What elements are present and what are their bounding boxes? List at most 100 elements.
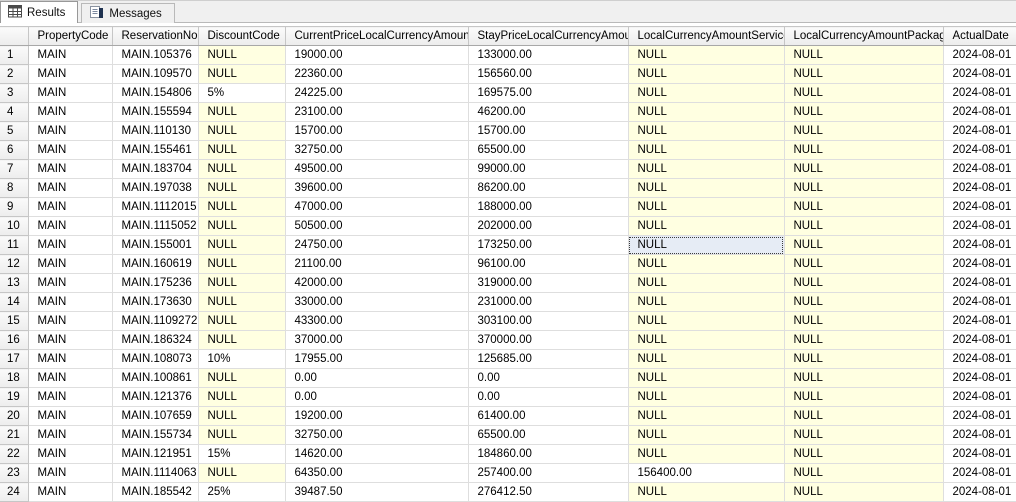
row-header[interactable]: 20	[0, 407, 28, 426]
cell[interactable]: NULL	[198, 407, 285, 426]
cell[interactable]: 2024-08-01	[943, 160, 1016, 179]
cell[interactable]: MAIN	[28, 369, 112, 388]
column-header-StayPriceLocalCurrencyAmount[interactable]: StayPriceLocalCurrencyAmount	[468, 27, 628, 46]
cell[interactable]: NULL	[628, 369, 784, 388]
cell[interactable]: MAIN.1109272	[112, 312, 198, 331]
cell[interactable]: 156560.00	[468, 65, 628, 84]
cell[interactable]: NULL	[628, 350, 784, 369]
cell[interactable]: NULL	[628, 84, 784, 103]
column-header-LocalCurrencyAmountService[interactable]: LocalCurrencyAmountService	[628, 27, 784, 46]
cell[interactable]: 2024-08-01	[943, 103, 1016, 122]
cell[interactable]: 2024-08-01	[943, 198, 1016, 217]
column-header-CurrentPriceLocalCurrencyAmount[interactable]: CurrentPriceLocalCurrencyAmount	[285, 27, 468, 46]
cell[interactable]: NULL	[784, 274, 943, 293]
cell[interactable]: MAIN.100861	[112, 369, 198, 388]
cell[interactable]: MAIN	[28, 445, 112, 464]
row-header[interactable]: 8	[0, 179, 28, 198]
cell[interactable]: NULL	[628, 160, 784, 179]
cell[interactable]: NULL	[628, 293, 784, 312]
cell[interactable]: 276412.50	[468, 483, 628, 502]
cell[interactable]: 19000.00	[285, 46, 468, 65]
cell[interactable]: 2024-08-01	[943, 445, 1016, 464]
cell[interactable]: NULL	[198, 160, 285, 179]
cell[interactable]: NULL	[198, 236, 285, 255]
cell[interactable]: MAIN	[28, 198, 112, 217]
cell[interactable]: NULL	[198, 369, 285, 388]
cell[interactable]: NULL	[198, 274, 285, 293]
cell[interactable]: 156400.00	[628, 464, 784, 483]
cell[interactable]: MAIN	[28, 388, 112, 407]
cell[interactable]: NULL	[784, 426, 943, 445]
cell[interactable]: 173250.00	[468, 236, 628, 255]
cell[interactable]: NULL	[784, 350, 943, 369]
cell[interactable]: 2024-08-01	[943, 179, 1016, 198]
cell[interactable]: MAIN	[28, 103, 112, 122]
cell[interactable]: MAIN.121951	[112, 445, 198, 464]
cell[interactable]: NULL	[198, 46, 285, 65]
cell[interactable]: 39487.50	[285, 483, 468, 502]
cell[interactable]: 319000.00	[468, 274, 628, 293]
cell[interactable]: 86200.00	[468, 179, 628, 198]
cell[interactable]: MAIN	[28, 293, 112, 312]
row-header[interactable]: 13	[0, 274, 28, 293]
row-header[interactable]: 15	[0, 312, 28, 331]
cell[interactable]: 0.00	[468, 388, 628, 407]
cell[interactable]: NULL	[628, 236, 784, 255]
cell[interactable]: MAIN	[28, 426, 112, 445]
cell[interactable]: 2024-08-01	[943, 46, 1016, 65]
cell[interactable]: 2024-08-01	[943, 217, 1016, 236]
cell[interactable]: 0.00	[468, 369, 628, 388]
cell[interactable]: 61400.00	[468, 407, 628, 426]
cell[interactable]: MAIN	[28, 274, 112, 293]
row-header[interactable]: 7	[0, 160, 28, 179]
row-header[interactable]: 22	[0, 445, 28, 464]
cell[interactable]: 2024-08-01	[943, 350, 1016, 369]
cell[interactable]: NULL	[198, 65, 285, 84]
cell[interactable]: NULL	[628, 255, 784, 274]
row-header[interactable]: 19	[0, 388, 28, 407]
cell[interactable]: 2024-08-01	[943, 236, 1016, 255]
column-header-LocalCurrencyAmountPackage[interactable]: LocalCurrencyAmountPackage	[784, 27, 943, 46]
cell[interactable]: NULL	[198, 179, 285, 198]
cell[interactable]: MAIN.155734	[112, 426, 198, 445]
cell[interactable]: 2024-08-01	[943, 312, 1016, 331]
cell[interactable]: 65500.00	[468, 426, 628, 445]
cell[interactable]: 2024-08-01	[943, 141, 1016, 160]
cell[interactable]: MAIN.155001	[112, 236, 198, 255]
cell[interactable]: MAIN.105376	[112, 46, 198, 65]
cell[interactable]: MAIN.107659	[112, 407, 198, 426]
cell[interactable]: MAIN.121376	[112, 388, 198, 407]
cell[interactable]: MAIN.173630	[112, 293, 198, 312]
cell[interactable]: 2024-08-01	[943, 293, 1016, 312]
cell[interactable]: 65500.00	[468, 141, 628, 160]
cell[interactable]: 22360.00	[285, 65, 468, 84]
cell[interactable]: MAIN.154806	[112, 84, 198, 103]
cell[interactable]: MAIN.110130	[112, 122, 198, 141]
cell[interactable]: 47000.00	[285, 198, 468, 217]
cell[interactable]: 10%	[198, 350, 285, 369]
row-header[interactable]: 4	[0, 103, 28, 122]
cell[interactable]: NULL	[628, 217, 784, 236]
cell[interactable]: 0.00	[285, 388, 468, 407]
cell[interactable]: 2024-08-01	[943, 274, 1016, 293]
cell[interactable]: NULL	[198, 388, 285, 407]
cell[interactable]: 231000.00	[468, 293, 628, 312]
row-header[interactable]: 16	[0, 331, 28, 350]
cell[interactable]: NULL	[198, 464, 285, 483]
cell[interactable]: MAIN	[28, 84, 112, 103]
row-header[interactable]: 24	[0, 483, 28, 502]
cell[interactable]: NULL	[784, 312, 943, 331]
row-header[interactable]: 5	[0, 122, 28, 141]
cell[interactable]: NULL	[784, 293, 943, 312]
cell[interactable]: NULL	[784, 46, 943, 65]
cell[interactable]: NULL	[628, 141, 784, 160]
cell[interactable]: 303100.00	[468, 312, 628, 331]
row-header[interactable]: 14	[0, 293, 28, 312]
cell[interactable]: 14620.00	[285, 445, 468, 464]
cell[interactable]: MAIN	[28, 65, 112, 84]
row-header[interactable]: 11	[0, 236, 28, 255]
cell[interactable]: MAIN.155461	[112, 141, 198, 160]
cell[interactable]: 24225.00	[285, 84, 468, 103]
cell[interactable]: 2024-08-01	[943, 84, 1016, 103]
cell[interactable]: NULL	[784, 464, 943, 483]
